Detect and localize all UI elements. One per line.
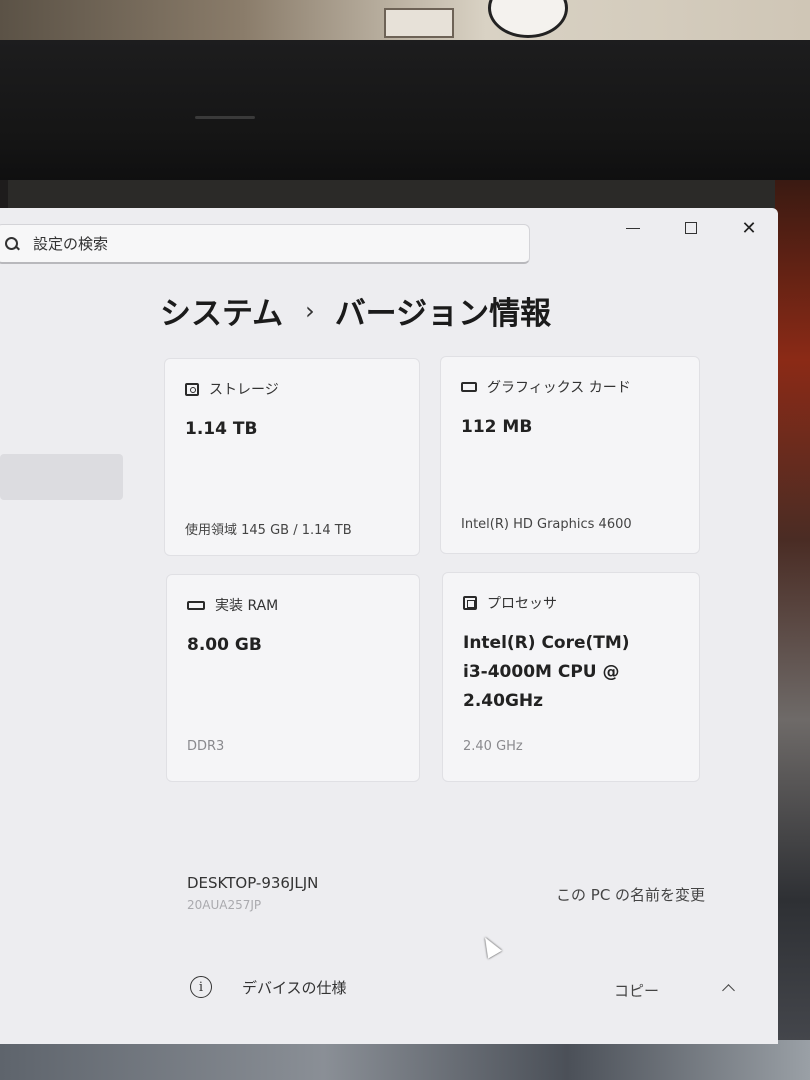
storage-card-header: ストレージ [185, 379, 279, 399]
search-placeholder: 設定の検索 [33, 235, 109, 253]
wallpaper-right [775, 180, 810, 1080]
graphics-value: 112 MB [461, 417, 533, 437]
graphics-detail: Intel(R) HD Graphics 4600 [461, 517, 632, 532]
breadcrumb-parent[interactable]: システム [160, 288, 283, 333]
ram-value: 8.00 GB [187, 635, 262, 655]
graphics-title: グラフィックス カード [487, 380, 631, 396]
wallpaper-bottom [0, 1040, 810, 1080]
ram-card-header: 実装 RAM [187, 595, 278, 615]
rename-pc-button[interactable]: この PC の名前を変更 [556, 884, 705, 905]
ram-detail: DDR3 [187, 739, 225, 754]
ram-card[interactable]: 実装 RAM 8.00 GB DDR3 [166, 574, 420, 782]
device-model: 20AUA257JP [187, 898, 262, 912]
breadcrumb-separator: › [305, 296, 315, 325]
processor-card-header: プロセッサ [463, 593, 557, 613]
minimize-icon [626, 227, 640, 229]
close-button[interactable]: ✕ [720, 208, 778, 248]
search-icon [5, 236, 19, 251]
storage-detail: 使用領域 145 GB / 1.14 TB [185, 523, 352, 538]
device-name: DESKTOP-936JLJN [187, 874, 319, 892]
gpu-icon [461, 382, 477, 392]
maximize-icon [685, 222, 697, 234]
graphics-card-header: グラフィックス カード [461, 377, 631, 397]
minimize-button[interactable] [604, 208, 662, 248]
close-icon: ✕ [741, 217, 757, 239]
device-specs-label: デバイスの仕様 [242, 978, 347, 997]
disk-icon [185, 382, 199, 396]
mouse-cursor [478, 933, 502, 959]
breadcrumb: システム › バージョン情報 [160, 288, 551, 333]
chevron-up-icon[interactable] [722, 984, 735, 997]
maximize-button[interactable] [662, 208, 720, 248]
info-icon: i [190, 976, 212, 998]
ram-title: 実装 RAM [215, 598, 279, 614]
processor-value: Intel(R) Core(TM) i3-4000M CPU @ 2.40GHz [463, 633, 630, 711]
ram-icon [187, 600, 205, 610]
storage-card[interactable]: ストレージ 1.14 TB 使用領域 145 GB / 1.14 TB [164, 358, 420, 556]
processor-card[interactable]: プロセッサ Intel(R) Core(TM) i3-4000M CPU @ 2… [442, 572, 700, 782]
storage-title: ストレージ [209, 382, 279, 398]
processor-title: プロセッサ [487, 596, 557, 612]
window-controls: ✕ [604, 208, 778, 248]
settings-window: ✕ 設定の検索 システム › バージョン情報 ストレージ 1.14 TB 使用領… [0, 208, 778, 1044]
page-title: バージョン情報 [334, 296, 552, 332]
storage-value: 1.14 TB [185, 419, 258, 439]
bezel-slot [195, 116, 255, 119]
wall-clock [488, 0, 568, 38]
monitor-bezel [0, 40, 810, 180]
device-specs-section[interactable]: i デバイスの仕様 [190, 976, 347, 998]
wall-frame [384, 8, 454, 38]
cpu-icon [463, 596, 477, 610]
sidebar-item-selected[interactable] [0, 454, 123, 500]
copy-button[interactable]: コピー [614, 980, 659, 1001]
search-input[interactable]: 設定の検索 [0, 224, 530, 264]
processor-detail: 2.40 GHz [463, 739, 523, 754]
graphics-card[interactable]: グラフィックス カード 112 MB Intel(R) HD Graphics … [440, 356, 700, 554]
